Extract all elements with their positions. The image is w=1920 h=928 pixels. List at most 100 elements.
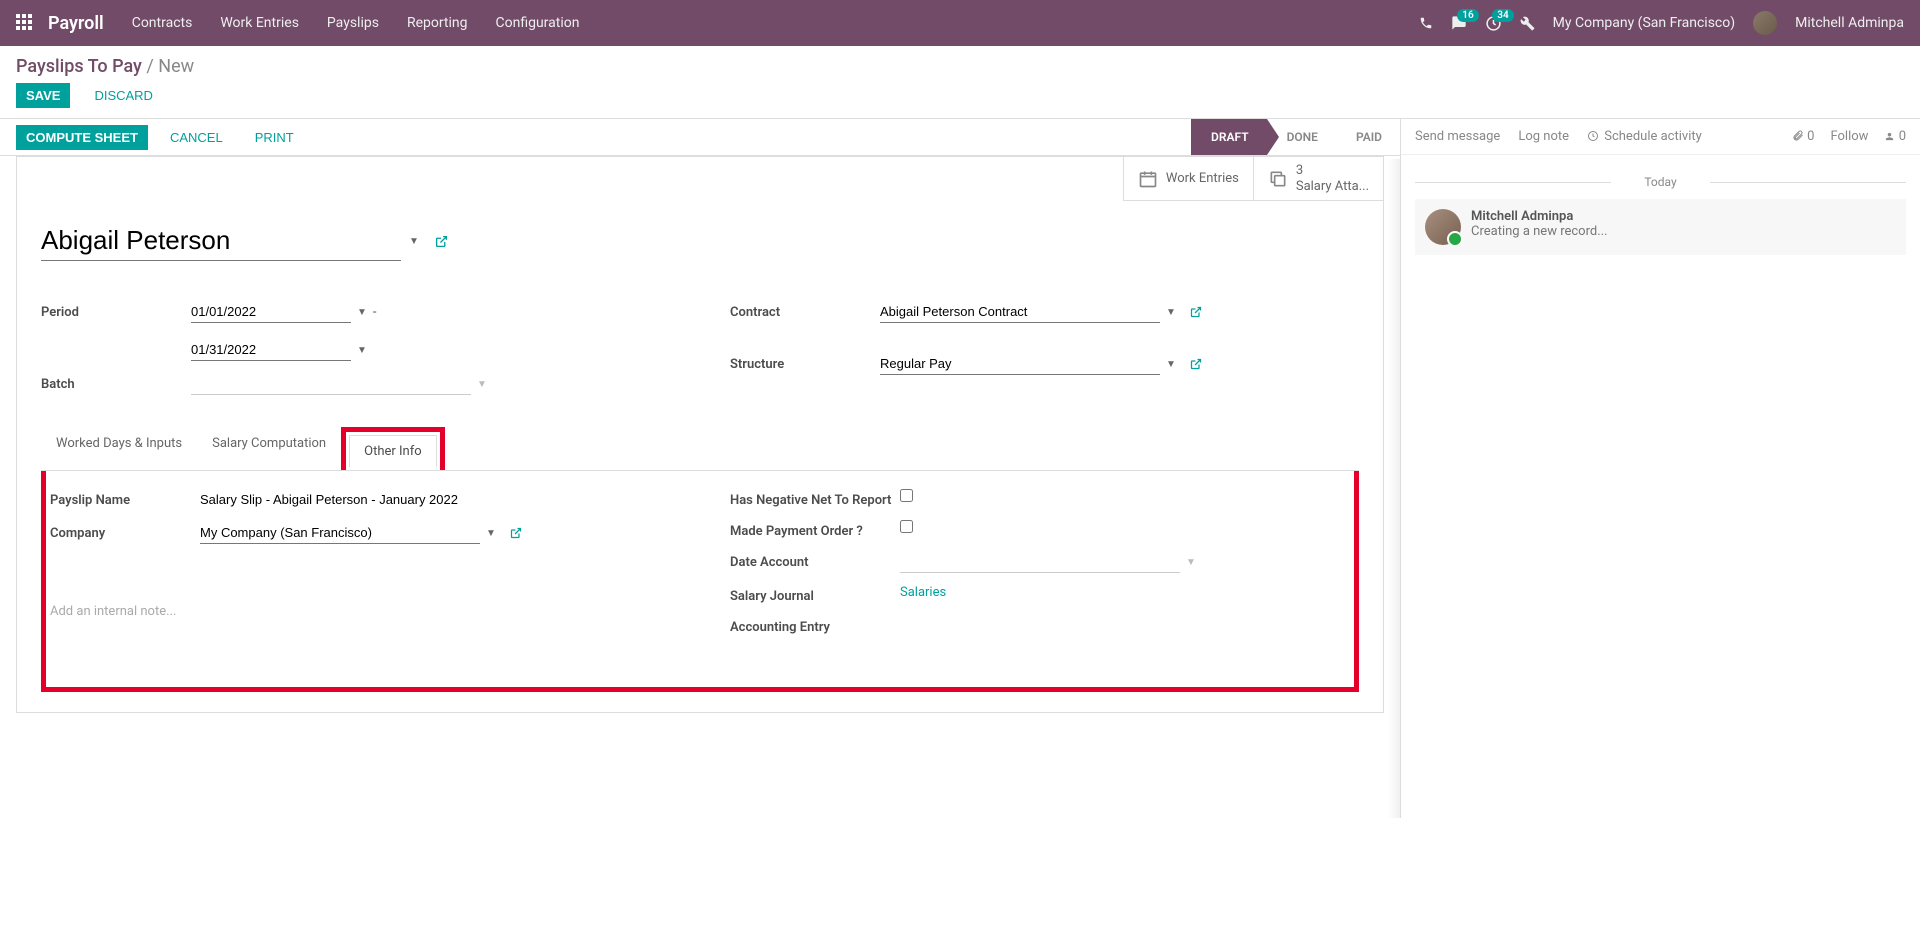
scrollbar[interactable] [1388,159,1400,818]
period-from-input[interactable] [191,301,351,323]
label-company: Company [50,522,200,541]
label-neg-net: Has Negative Net To Report [730,489,900,508]
tabs-wrap: Worked Days & Inputs Salary Computation … [41,427,1359,692]
message-avatar [1425,209,1461,245]
company-caret[interactable]: ▼ [486,528,496,539]
topbar: Payroll Contracts Work Entries Payslips … [0,0,1920,46]
followers-button[interactable]: 0 [1884,129,1906,144]
payment-order-checkbox[interactable] [900,520,913,533]
breadcrumb-root[interactable]: Payslips To Pay [16,56,142,77]
breadcrumb-sep: / [146,56,158,77]
form-sheet: Work Entries 3 Salary Atta... ▼ [16,156,1384,713]
structure-caret[interactable]: ▼ [1166,359,1176,370]
tab-salary-computation[interactable]: Salary Computation [197,427,341,470]
nav-payslips[interactable]: Payslips [327,15,379,31]
period-from-caret[interactable]: ▼ [357,307,367,318]
status-draft[interactable]: DRAFT [1191,119,1267,155]
field-company: Company ▼ [50,522,670,544]
nav-contracts[interactable]: Contracts [132,15,193,31]
contract-input[interactable] [880,301,1160,323]
period-dash: - [373,305,377,320]
activities-badge: 34 [1492,9,1513,22]
send-message-button[interactable]: Send message [1415,129,1500,144]
employee-input[interactable] [41,221,401,261]
message-text: Creating a new record... [1471,224,1608,239]
batch-caret[interactable]: ▼ [477,379,487,390]
user-avatar[interactable] [1753,11,1777,35]
label-period: Period [41,301,191,320]
pane-col-right: Has Negative Net To Report Made Payment … [730,489,1350,647]
employee-dropdown-caret[interactable]: ▼ [409,236,419,247]
apps-icon[interactable] [16,14,34,32]
contract-external-link-icon[interactable] [1190,306,1202,318]
note-placeholder[interactable]: Add an internal note... [50,604,670,619]
field-contract: Contract ▼ [730,301,1359,323]
employee-external-link-icon[interactable] [435,235,448,248]
control-panel: Payslips To Pay / New SAVE DISCARD [0,46,1920,108]
status-paid[interactable]: PAID [1336,119,1400,155]
breadcrumb-current: New [158,56,194,77]
nav-work-entries[interactable]: Work Entries [220,15,299,31]
chatter-date: Today [1415,175,1906,189]
payslip-name-input[interactable] [200,489,500,510]
label-payment-order: Made Payment Order ? [730,520,900,539]
label-salary-journal: Salary Journal [730,585,900,604]
structure-external-link-icon[interactable] [1190,358,1202,370]
contract-caret[interactable]: ▼ [1166,307,1176,318]
batch-input[interactable] [191,373,471,395]
status-bar: DRAFT DONE PAID [1191,119,1400,155]
debug-icon[interactable] [1520,16,1535,31]
compute-sheet-button[interactable]: COMPUTE SHEET [16,125,148,150]
field-structure: Structure ▼ [730,353,1359,375]
phone-icon[interactable] [1419,16,1433,30]
date-account-caret[interactable]: ▼ [1186,557,1196,568]
label-structure: Structure [730,353,880,372]
cancel-button[interactable]: CANCEL [160,125,233,150]
stat-salary-label: Salary Atta... [1296,179,1369,195]
status-row: COMPUTE SHEET CANCEL PRINT DRAFT DONE PA… [0,119,1400,156]
discard-button[interactable]: DISCARD [84,83,163,108]
salary-journal-link[interactable]: Salaries [900,585,946,600]
label-contract: Contract [730,301,880,320]
follow-button[interactable]: Follow [1830,129,1868,144]
cp-actions: SAVE DISCARD [16,83,1904,108]
company-selector[interactable]: My Company (San Francisco) [1553,15,1735,31]
schedule-activity-button[interactable]: Schedule activity [1587,129,1702,144]
messages-badge: 16 [1457,9,1478,22]
tab-other-info[interactable]: Other Info [349,435,437,467]
stat-salary-attachments[interactable]: 3 Salary Atta... [1253,157,1383,201]
calendar-icon [1138,169,1158,189]
chatter-message: Mitchell Adminpa Creating a new record..… [1415,199,1906,255]
tab-worked-days[interactable]: Worked Days & Inputs [41,427,197,470]
print-button[interactable]: PRINT [245,125,304,150]
stat-work-entries-label: Work Entries [1166,171,1239,187]
field-col-left: Period ▼ - ▼ Batch [41,301,670,407]
field-batch: Batch ▼ [41,373,670,395]
structure-input[interactable] [880,353,1160,375]
activities-icon[interactable]: 34 [1485,15,1502,32]
field-payslip-name: Payslip Name [50,489,670,510]
field-payment-order: Made Payment Order ? [730,520,1350,539]
neg-net-checkbox[interactable] [900,489,913,502]
save-button[interactable]: SAVE [16,83,70,108]
field-neg-net: Has Negative Net To Report [730,489,1350,508]
field-acct-entry: Accounting Entry [730,616,1350,635]
form-area: COMPUTE SHEET CANCEL PRINT DRAFT DONE PA… [0,118,1400,818]
field-grid: Period ▼ - ▼ Batch [41,301,1359,407]
attachments-button[interactable]: 0 [1792,129,1815,144]
nav-reporting[interactable]: Reporting [407,15,468,31]
pane-col-left: Payslip Name Company [50,489,670,647]
log-note-button[interactable]: Log note [1518,129,1569,144]
label-batch: Batch [41,373,191,392]
company-external-link-icon[interactable] [510,527,522,539]
company-input[interactable] [200,522,480,544]
nav-configuration[interactable]: Configuration [496,15,580,31]
messages-icon[interactable]: 16 [1451,15,1467,31]
stat-work-entries[interactable]: Work Entries [1123,157,1253,201]
message-author: Mitchell Adminpa [1471,209,1608,224]
field-date-account: Date Account ▼ [730,551,1350,573]
period-to-input[interactable] [191,339,351,361]
date-account-input[interactable] [900,551,1180,573]
user-name[interactable]: Mitchell Adminpa [1795,15,1904,31]
period-to-caret[interactable]: ▼ [357,345,367,356]
